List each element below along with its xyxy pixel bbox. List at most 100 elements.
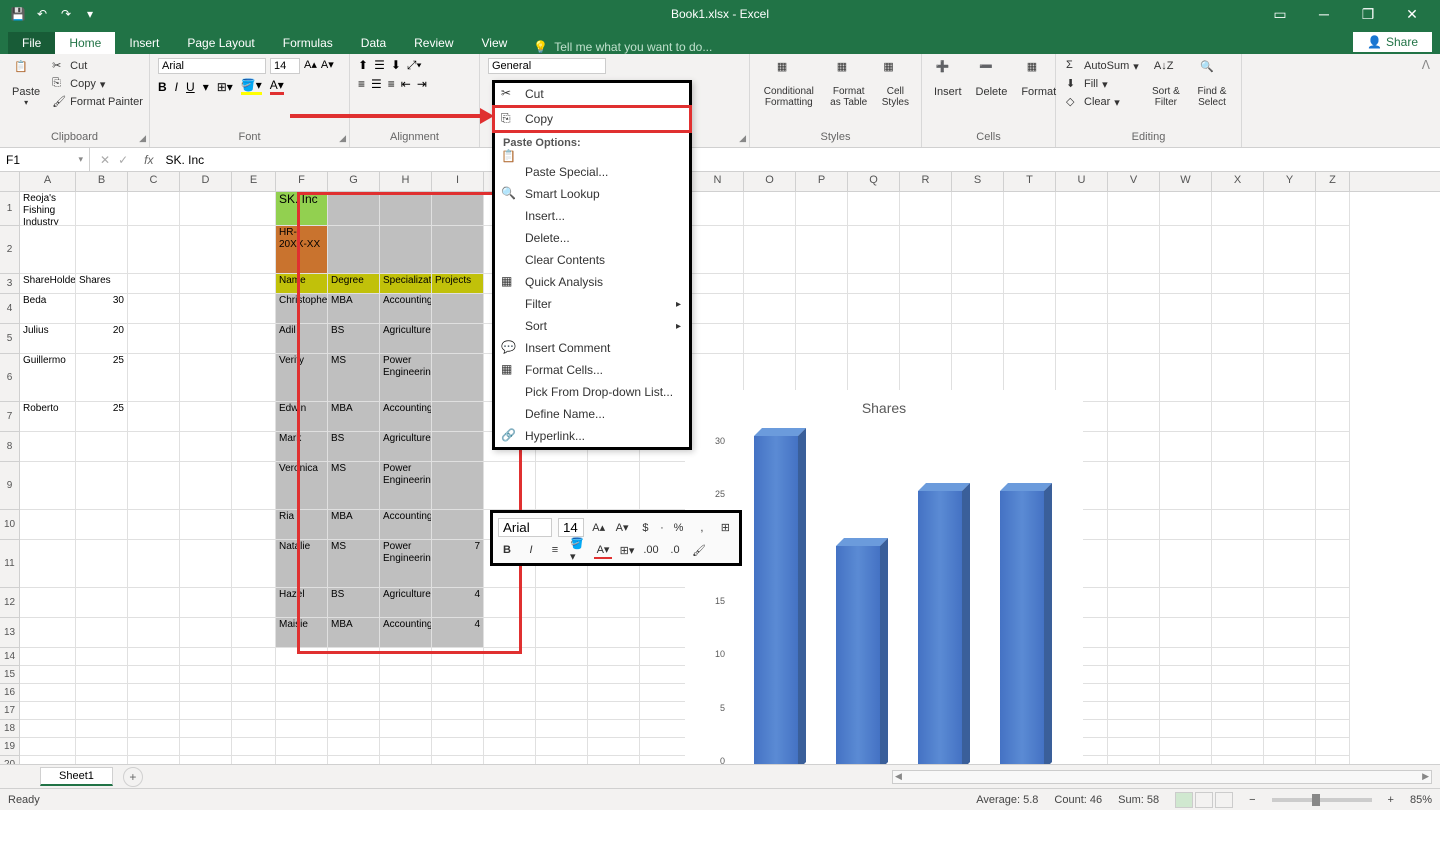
cell-X12[interactable] xyxy=(1212,588,1264,618)
cell-F4[interactable]: Christopher xyxy=(276,294,328,324)
cell-E11[interactable] xyxy=(232,540,276,588)
cell-C14[interactable] xyxy=(128,648,180,666)
cell-Y11[interactable] xyxy=(1264,540,1316,588)
cell-F3[interactable]: Name xyxy=(276,274,328,294)
col-header-Z[interactable]: Z xyxy=(1316,172,1350,191)
cell-Y5[interactable] xyxy=(1264,324,1316,354)
cell-D11[interactable] xyxy=(180,540,232,588)
cell-W14[interactable] xyxy=(1160,648,1212,666)
cell-H17[interactable] xyxy=(380,702,432,720)
cell-E4[interactable] xyxy=(232,294,276,324)
cell-W2[interactable] xyxy=(1160,226,1212,274)
cell-K16[interactable] xyxy=(536,684,588,702)
align-left-icon[interactable]: ≡ xyxy=(358,77,365,91)
cell-Y3[interactable] xyxy=(1264,274,1316,294)
mini-font-input[interactable] xyxy=(498,518,552,537)
cell-G2[interactable] xyxy=(328,226,380,274)
cell-B12[interactable] xyxy=(76,588,128,618)
col-header-D[interactable]: D xyxy=(180,172,232,191)
cell-W7[interactable] xyxy=(1160,402,1212,432)
cell-G13[interactable]: MBA xyxy=(328,618,380,648)
cell-B6[interactable]: 25 xyxy=(76,354,128,402)
cell-J19[interactable] xyxy=(484,738,536,756)
cancel-formula-icon[interactable]: ✕ xyxy=(100,153,110,167)
cell-P1[interactable] xyxy=(796,192,848,226)
cell-D20[interactable] xyxy=(180,756,232,764)
cell-V16[interactable] xyxy=(1108,684,1160,702)
ribbon-options-icon[interactable]: ▭ xyxy=(1260,2,1300,26)
cell-W19[interactable] xyxy=(1160,738,1212,756)
cell-O2[interactable] xyxy=(744,226,796,274)
cell-V14[interactable] xyxy=(1108,648,1160,666)
col-header-X[interactable]: X xyxy=(1212,172,1264,191)
cell-R2[interactable] xyxy=(900,226,952,274)
context-menu-item[interactable]: ▦Quick Analysis xyxy=(495,271,689,293)
find-select-button[interactable]: 🔍Find & Select xyxy=(1191,58,1233,110)
cell-I13[interactable]: 4 xyxy=(432,618,484,648)
cell-V19[interactable] xyxy=(1108,738,1160,756)
col-header-Y[interactable]: Y xyxy=(1264,172,1316,191)
add-sheet-button[interactable]: + xyxy=(123,767,143,787)
cell-I11[interactable]: 7 xyxy=(432,540,484,588)
cell-T4[interactable] xyxy=(1004,294,1056,324)
col-header-C[interactable]: C xyxy=(128,172,180,191)
cell-E13[interactable] xyxy=(232,618,276,648)
col-header-N[interactable]: N xyxy=(692,172,744,191)
cell-A7[interactable]: Roberto xyxy=(20,402,76,432)
cell-styles-button[interactable]: ▦Cell Styles xyxy=(878,58,913,110)
horizontal-scrollbar[interactable]: ◀ ▶ xyxy=(892,770,1432,784)
cell-J12[interactable] xyxy=(484,588,536,618)
tab-home[interactable]: Home xyxy=(55,32,115,54)
cell-B3[interactable]: Shares xyxy=(76,274,128,294)
font-color-button[interactable]: A▾ xyxy=(270,78,284,95)
tab-insert[interactable]: Insert xyxy=(115,32,173,54)
cell-Y16[interactable] xyxy=(1264,684,1316,702)
cell-H4[interactable]: Accounting xyxy=(380,294,432,324)
cell-H3[interactable]: Specialization xyxy=(380,274,432,294)
cell-K9[interactable] xyxy=(536,462,588,510)
mini-format-painter-icon[interactable]: 🖌 xyxy=(690,541,708,559)
cell-V8[interactable] xyxy=(1108,432,1160,462)
cell-F19[interactable] xyxy=(276,738,328,756)
cell-T3[interactable] xyxy=(1004,274,1056,294)
cell-L20[interactable] xyxy=(588,756,640,764)
col-header-W[interactable]: W xyxy=(1160,172,1212,191)
fx-icon[interactable]: fx xyxy=(138,153,159,167)
context-menu-item[interactable]: Sort xyxy=(495,315,689,337)
row-header-6[interactable]: 6 xyxy=(0,354,20,402)
cell-B17[interactable] xyxy=(76,702,128,720)
context-menu-item[interactable]: Clear Contents xyxy=(495,249,689,271)
cell-A1[interactable]: Reoja's Fishing Industry xyxy=(20,192,76,226)
cell-X6[interactable] xyxy=(1212,354,1264,402)
cell-A17[interactable] xyxy=(20,702,76,720)
cell-G18[interactable] xyxy=(328,720,380,738)
cell-A13[interactable] xyxy=(20,618,76,648)
col-header-S[interactable]: S xyxy=(952,172,1004,191)
cell-A19[interactable] xyxy=(20,738,76,756)
cell-R3[interactable] xyxy=(900,274,952,294)
cell-G15[interactable] xyxy=(328,666,380,684)
mini-decrease-decimal-icon[interactable]: .0 xyxy=(666,541,684,559)
cell-I16[interactable] xyxy=(432,684,484,702)
cell-Z15[interactable] xyxy=(1316,666,1350,684)
insert-cells-button[interactable]: ➕Insert xyxy=(930,58,966,100)
delete-cells-button[interactable]: ➖Delete xyxy=(972,58,1012,100)
row-header-9[interactable]: 9 xyxy=(0,462,20,510)
cell-F20[interactable] xyxy=(276,756,328,764)
cell-I8[interactable] xyxy=(432,432,484,462)
cell-X1[interactable] xyxy=(1212,192,1264,226)
cell-V2[interactable] xyxy=(1108,226,1160,274)
context-menu-item[interactable]: Delete... xyxy=(495,227,689,249)
context-menu-item[interactable]: Pick From Drop-down List... xyxy=(495,381,689,403)
cell-B18[interactable] xyxy=(76,720,128,738)
orientation-icon[interactable]: ⤢▾ xyxy=(407,58,422,73)
cell-D13[interactable] xyxy=(180,618,232,648)
mini-italic-icon[interactable]: I xyxy=(522,541,540,559)
cell-I14[interactable] xyxy=(432,648,484,666)
cell-L19[interactable] xyxy=(588,738,640,756)
mini-size-input[interactable] xyxy=(558,518,584,537)
cell-Y15[interactable] xyxy=(1264,666,1316,684)
cell-E16[interactable] xyxy=(232,684,276,702)
context-menu-item[interactable]: 🔍Smart Lookup xyxy=(495,183,689,205)
format-cells-button[interactable]: ▦Format xyxy=(1017,58,1060,100)
